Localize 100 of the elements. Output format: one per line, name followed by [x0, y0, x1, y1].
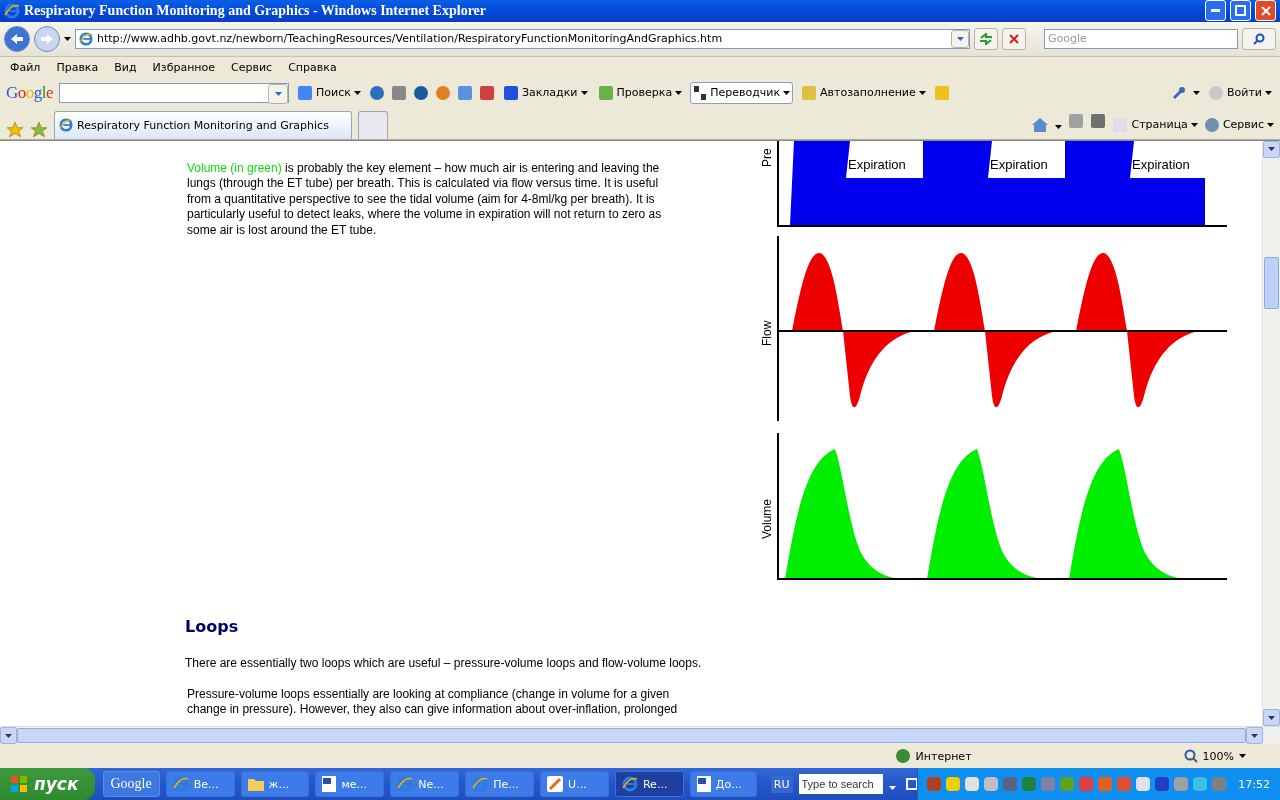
tray-icon	[926, 776, 943, 792]
horizontal-scroll-thumb[interactable]	[17, 728, 1246, 744]
scroll-left-button[interactable]	[0, 727, 17, 745]
caret-icon	[783, 90, 791, 95]
taskbar-button[interactable]: ме...	[315, 771, 385, 797]
maximize-icon	[1235, 5, 1246, 17]
globe-icon	[894, 748, 911, 764]
taskbar-button[interactable]: Ве...	[165, 771, 235, 797]
caret-icon	[580, 90, 588, 95]
tray-icon	[1116, 776, 1133, 792]
scroll-down-button[interactable]	[1263, 709, 1280, 727]
menu-item[interactable]: Правка	[56, 61, 99, 75]
forward-button[interactable]	[34, 25, 60, 52]
avatar-icon	[1208, 84, 1224, 101]
toolbar-icon	[502, 84, 519, 101]
menu-item[interactable]: Сервис	[231, 61, 273, 75]
tray-icon	[1002, 776, 1019, 792]
address-field[interactable]: http://www.adhb.govt.nz/newborn/TeachingResources/Ventilation/RespiratoryFunctionMonitoringAndGraphics.htm	[75, 28, 970, 49]
expiration-label: Expiration	[1132, 156, 1190, 172]
add-favorite-icon[interactable]	[30, 120, 48, 139]
google-logo: Google	[6, 82, 54, 103]
forward-arrow-icon	[40, 32, 54, 45]
caret-icon	[1251, 733, 1258, 738]
vertical-scrollbar[interactable]	[1262, 140, 1280, 727]
menu-item[interactable]: Файл	[10, 61, 41, 75]
star-icon[interactable]	[6, 120, 24, 139]
quick-launch-button[interactable]: Google	[102, 771, 160, 797]
tray-icon	[1135, 776, 1152, 792]
caret-icon	[1267, 122, 1274, 127]
toolbar-button[interactable]: Закладки	[500, 82, 590, 103]
home-icon[interactable]	[1031, 116, 1050, 133]
tray-icon	[1211, 776, 1228, 792]
command-button[interactable]: Сервис	[1203, 116, 1274, 133]
toolbar-icon	[597, 84, 614, 101]
browser-tab[interactable]: Respiratory Function Monitoring and Graphics	[54, 110, 352, 139]
start-button[interactable]: пуск	[0, 768, 95, 800]
taskbar-button[interactable]: Re...	[614, 771, 684, 797]
address-dropdown-button[interactable]	[951, 29, 969, 48]
minimize-icon	[1211, 9, 1220, 13]
toolbar-button[interactable]: Переводчик	[690, 81, 794, 104]
minimize-button[interactable]	[1205, 0, 1226, 22]
search-icon	[1253, 32, 1265, 45]
toolbar-search-field[interactable]	[59, 82, 290, 103]
scroll-up-button[interactable]	[1263, 140, 1280, 158]
refresh-button[interactable]	[974, 27, 998, 50]
toolbar-button[interactable]: Войти	[1206, 82, 1274, 103]
search-button[interactable]	[1242, 27, 1276, 50]
horizontal-scrollbar[interactable]	[0, 726, 1280, 745]
tray-icon	[964, 776, 981, 792]
windows-logo-icon	[10, 775, 28, 793]
desktop-icon[interactable]	[905, 778, 918, 790]
zoom-control[interactable]: 100%	[1183, 749, 1246, 763]
taskbar-search-field[interactable]: Type to search	[798, 774, 883, 794]
menu-item[interactable]: Избранное	[152, 61, 216, 75]
maximize-button[interactable]	[1230, 0, 1251, 22]
caret-icon	[1055, 124, 1063, 129]
toolbar-icon	[801, 84, 818, 101]
expiration-label: Expiration	[848, 156, 906, 172]
taskbar-button[interactable]: ж...	[240, 771, 310, 797]
caret-icon	[1268, 147, 1275, 152]
scroll-right-button[interactable]	[1246, 727, 1263, 745]
tray-icon	[1059, 776, 1076, 792]
volume-axis-label: Volume	[760, 498, 774, 539]
menu-item[interactable]: Вид	[114, 61, 137, 75]
pressure-axis-label: Pre	[760, 148, 774, 167]
toolbar-button[interactable]: Автозаполнение	[799, 82, 928, 103]
browser-icon	[621, 776, 638, 792]
taskbar-button[interactable]: Ne...	[390, 771, 460, 797]
stop-button[interactable]	[1002, 27, 1026, 50]
caret-icon	[1265, 90, 1272, 95]
close-icon	[1260, 6, 1271, 16]
taskbar-button[interactable]: U...	[540, 771, 609, 797]
document-icon	[696, 776, 711, 792]
tray-icon	[1154, 776, 1171, 792]
language-indicator[interactable]: RU	[770, 775, 793, 793]
flow-axis-label: Flow	[760, 320, 774, 346]
taskbar-button[interactable]: Пе...	[465, 771, 535, 797]
folder-icon	[247, 777, 264, 791]
wrench-icon[interactable]	[1171, 84, 1187, 101]
paragraph: Volume (in green) is probably the key element – how much air is entering and leaving the lungs (through the ET tube) per breath. This is calculated via flow versus time. It is useful from a quantitative perspective to see the tidal volume (aim for 4-8ml/kg per breath). It is particularly useful to detect leaks, where the volume in expiration will not return to zero as some air is lost around the ET tube.	[187, 160, 663, 239]
command-button[interactable]: Страница	[1112, 116, 1198, 133]
back-button[interactable]	[4, 25, 30, 52]
caret-icon	[1239, 754, 1246, 758]
zoom-icon	[1183, 749, 1198, 763]
caret-icon	[1190, 122, 1198, 127]
taskbar-button[interactable]: До...	[689, 771, 757, 797]
toolbar-button[interactable]: Проверка	[595, 82, 685, 103]
section-heading: Loops	[185, 616, 239, 636]
toolbar-button[interactable]: Поиск	[295, 82, 363, 103]
scroll-thumb[interactable]	[1264, 256, 1279, 309]
paragraph: There are essentially two loops which are useful – pressure-volume loops and flow-volume loops.	[185, 655, 702, 670]
caret-icon	[274, 91, 282, 96]
search-field[interactable]: Google	[1044, 28, 1238, 49]
tray-icon	[1097, 776, 1114, 792]
caret-icon	[888, 785, 896, 790]
toolbar-icon	[297, 84, 314, 101]
expiration-label: Expiration	[990, 156, 1048, 172]
close-button[interactable]	[1255, 0, 1276, 22]
back-arrow-icon	[10, 32, 24, 45]
menu-item[interactable]: Справка	[288, 61, 337, 75]
